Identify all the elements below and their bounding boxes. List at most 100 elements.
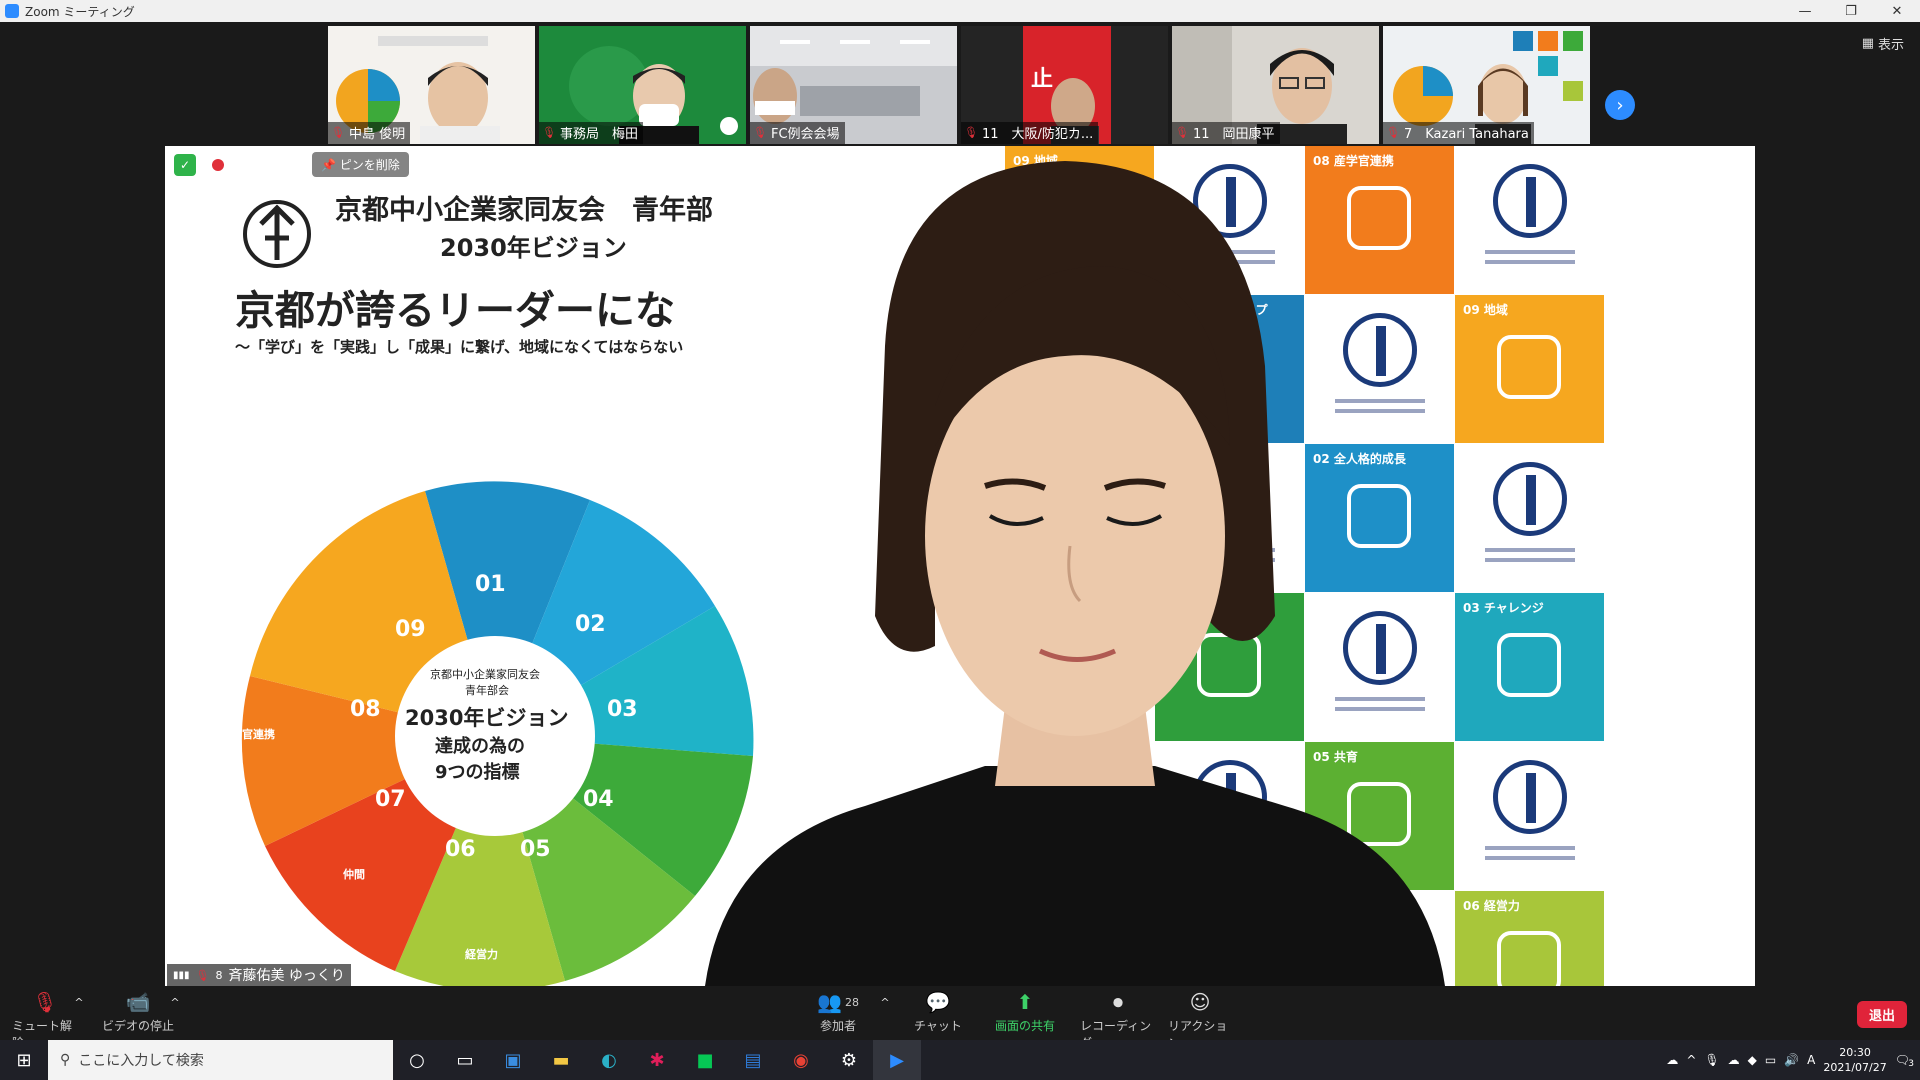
active-speaker-video: 01 02 03 04 05 06 07 08 09 京都中小企業家同友会 青年… [165, 146, 1755, 986]
participant-name-label: 🎙 FC例会会場 [750, 122, 845, 144]
zoom-app-icon [5, 4, 19, 18]
chevron-up-icon: ^ [880, 995, 890, 1009]
muted-mic-icon: 🎙 [1175, 126, 1189, 139]
participants-count: 28 [844, 995, 859, 1009]
speaker-name: 斉藤佑美 ゆっくり [228, 968, 345, 984]
settings-gear-icon[interactable]: ⚙ [825, 1040, 873, 1080]
speaker-person [705, 161, 1445, 986]
svg-text:08: 08 [350, 697, 381, 722]
segment-label: 地域 [360, 478, 382, 491]
meeting-toolbar: 🎙 ミュート解除 ^ 📹 ビデオの停止 ^ 👥28 参加者 ^ 💬 チャット ⬆… [0, 987, 1920, 1050]
minimize-button[interactable]: — [1782, 0, 1828, 22]
cortana-icon[interactable]: ○ [393, 1040, 441, 1080]
participant-name: 7 Kazari Tanahara [1403, 127, 1529, 142]
slack-icon[interactable]: ✱ [633, 1040, 681, 1080]
security-shield-icon[interactable]: ✓ [174, 154, 196, 176]
microphone-icon[interactable]: 🎙 [1704, 1053, 1719, 1067]
background-tile [1455, 146, 1604, 294]
mute-options-caret[interactable]: ^ [72, 987, 86, 1017]
background-tile [1455, 444, 1604, 592]
edge-browser-icon[interactable]: ◐ [585, 1040, 633, 1080]
unpin-button[interactable]: 📌 ピンを削除 [312, 152, 409, 177]
wheel-center-title: 2030年ビジョン [405, 706, 569, 730]
slide-org-title: 京都中小企業家同友会 青年部 [335, 195, 713, 226]
participant-name-label: 🎙 7 Kazari Tanahara [1383, 122, 1534, 144]
participant-thumbnail[interactable]: 🎙 7 Kazari Tanahara [1383, 26, 1590, 144]
task-view-icon[interactable]: ▭ [441, 1040, 489, 1080]
participant-thumbnail[interactable]: 止 🎙 11 大阪/防犯カ... [961, 26, 1168, 144]
clock-date: 2021/07/27 [1823, 1061, 1887, 1074]
notification-center-icon[interactable]: 🗨 3 [1895, 1053, 1914, 1069]
participants-options-caret[interactable]: ^ [878, 987, 892, 1017]
participant-thumbnail[interactable]: 🎙 11 岡田康平 [1172, 26, 1379, 144]
slide-headline: 京都が誇るリーダーにな [235, 288, 675, 334]
participant-name-label: 🎙 中島 俊明 [328, 122, 411, 144]
smiley-plus-icon: ☺ [1189, 990, 1211, 1014]
dropbox-icon[interactable]: ◆ [1748, 1053, 1757, 1067]
org-logo-icon [1493, 462, 1567, 536]
participant-thumbnail[interactable]: 🎙 FC例会会場 [750, 26, 957, 144]
tile-pictogram-icon [1497, 335, 1561, 399]
participant-thumbnail[interactable]: 🎙 中島 俊明 [328, 26, 535, 144]
participant-thumbnail[interactable]: 🎙 事務局 梅田 [539, 26, 746, 144]
video-options-caret[interactable]: ^ [168, 987, 182, 1017]
window-controls: — ❐ ✕ [1782, 0, 1920, 22]
trello-icon[interactable]: ▤ [729, 1040, 777, 1080]
taskbar-search-box[interactable]: ⚲ ここに入力して検索 [48, 1040, 393, 1080]
segment-label: 産学官連携 [220, 728, 275, 741]
svg-text:01: 01 [475, 572, 506, 597]
volume-icon[interactable]: 🔊 [1784, 1053, 1799, 1067]
network-icon[interactable]: ▭ [1765, 1053, 1776, 1067]
next-page-button[interactable]: › [1605, 90, 1635, 120]
org-logo-mark [1526, 773, 1536, 823]
line-app-icon[interactable]: ■ [681, 1040, 729, 1080]
onedrive-icon[interactable]: ☁ [1728, 1053, 1740, 1067]
participant-name: 事務局 梅田 [559, 127, 638, 142]
muted-mic-icon: 🎙 [1386, 126, 1400, 139]
chrome-icon[interactable]: ◉ [777, 1040, 825, 1080]
participants-button[interactable]: 👥 28 参加者 [808, 987, 868, 1034]
org-logo-icon [1493, 164, 1567, 238]
chevron-up-icon[interactable]: ^ [1686, 1053, 1696, 1067]
windows-start-button[interactable]: ⊞ [0, 1040, 48, 1080]
tile-label: 09 地域 [1463, 303, 1508, 317]
taskbar-clock[interactable]: 20:30 2021/07/27 [1823, 1045, 1886, 1075]
leave-meeting-button[interactable]: 退出 [1856, 1001, 1907, 1028]
participant-strip: 🎙 中島 俊明 🎙 事務局 梅田 🎙 FC例会会場 止 🎙 11 大阪/防犯カ.… [328, 26, 1590, 144]
file-explorer-icon[interactable]: ▬ [537, 1040, 585, 1080]
view-button[interactable]: ▦ 表示 [1862, 34, 1904, 53]
pin-icon: 📌 [321, 158, 336, 172]
svg-text:05: 05 [520, 837, 551, 862]
background-tile: 03 チャレンジ [1455, 593, 1604, 741]
segment-label: リーダーシップ [447, 383, 531, 397]
org-logo-mark [1526, 177, 1536, 227]
chat-button[interactable]: 💬 チャット [908, 987, 968, 1034]
stop-video-button[interactable]: 📹 ビデオの停止 [100, 987, 176, 1034]
ime-indicator[interactable]: A [1807, 1053, 1815, 1067]
share-screen-icon: ⬆ [1016, 990, 1034, 1014]
meeting-area: 🎙 中島 俊明 🎙 事務局 梅田 🎙 FC例会会場 止 🎙 11 大阪/防犯カ.… [0, 22, 1920, 987]
muted-mic-icon: 🎙 [964, 126, 978, 139]
share-screen-button[interactable]: ⬆ 画面の共有 [990, 987, 1060, 1034]
participant-name: 11 岡田康平 [1192, 127, 1275, 142]
segment-label: 全人格的成長 [585, 418, 618, 447]
muted-mic-icon: 🎙 [331, 126, 345, 139]
org-logo-caption [1485, 548, 1575, 552]
window-titlebar: Zoom ミーティング — ❐ ✕ [0, 0, 1920, 22]
svg-text:09: 09 [395, 617, 426, 642]
participant-name-label: 🎙 事務局 梅田 [539, 122, 643, 144]
close-button[interactable]: ✕ [1874, 0, 1920, 22]
speaker-name-label: ▮▮▮ 🎙 8 斉藤佑美 ゆっくり [167, 964, 351, 986]
zoom-taskbar-icon[interactable]: ▶ [873, 1040, 921, 1080]
org-logo-caption [1485, 846, 1575, 850]
system-tray: ☁ ^ 🎙 ☁ ◆ ▭ 🔊 A 20:30 2021/07/27 🗨 3 [1666, 1040, 1920, 1080]
muted-mic-icon: 🎙 [195, 968, 210, 982]
maximize-button[interactable]: ❐ [1828, 0, 1874, 22]
weather-icon[interactable]: ☁ [1666, 1053, 1678, 1067]
clock-time: 20:30 [1839, 1046, 1871, 1059]
background-tile: 06 経営力 [1455, 891, 1604, 986]
notification-count: 3 [1908, 1059, 1914, 1069]
org-logo-mark [1526, 475, 1536, 525]
bw-app-icon[interactable]: ▣ [489, 1040, 537, 1080]
tile-pictogram-icon [1497, 633, 1561, 697]
